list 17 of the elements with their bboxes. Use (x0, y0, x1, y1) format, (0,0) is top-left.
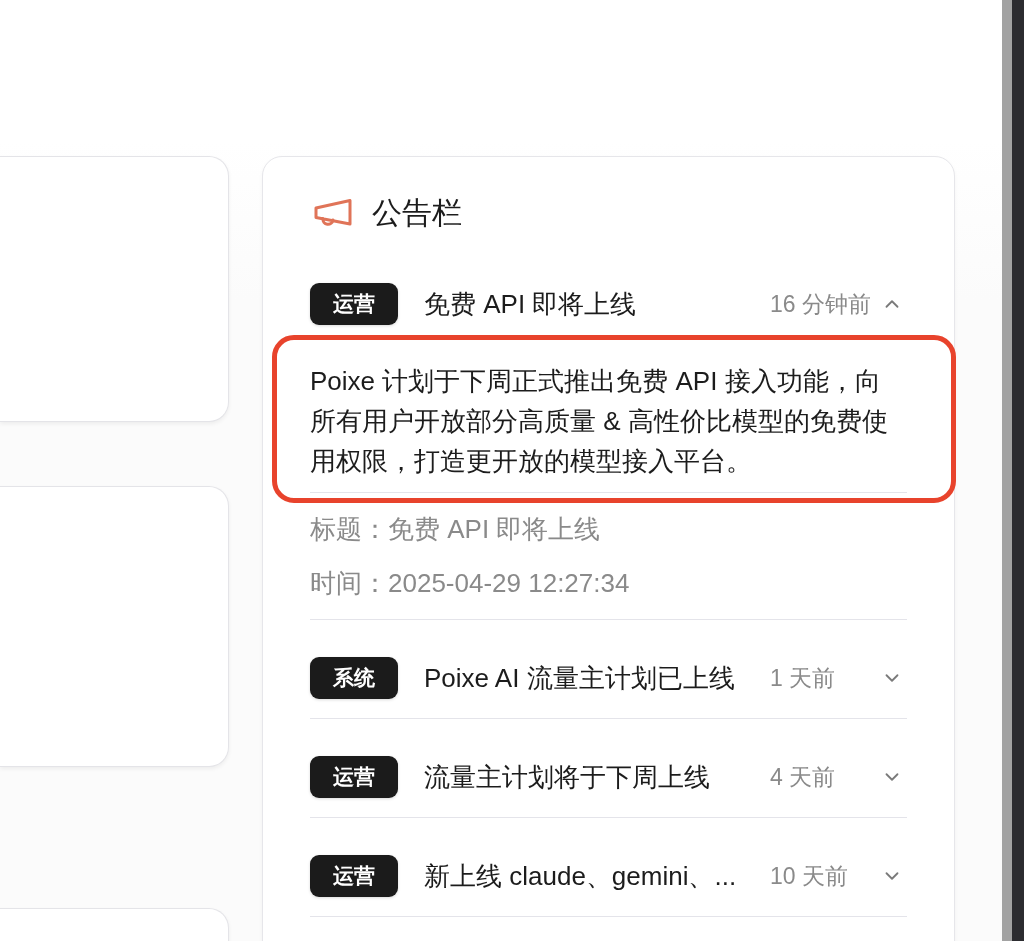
category-tag: 运营 (310, 283, 398, 325)
announcement-title[interactable]: Poixe AI 流量主计划已上线 (424, 660, 760, 696)
megaphone-icon (313, 198, 353, 228)
announcement-body: Poixe 计划于下周正式推出免费 API 接入功能，向所有用户开放部分高质量 & 高性价比模型的免费使用权限，打造更开放的模型接入平台。 (310, 365, 889, 478)
time-ago: 16 分钟前 (770, 289, 872, 319)
time-ago: 4 天前 (770, 762, 837, 792)
card-title: 公告栏 (372, 195, 462, 231)
detail-line: 时间：2025-04-29 12:27:34 (310, 567, 631, 600)
time-ago: 10 天前 (770, 861, 849, 891)
announcement-title[interactable]: 免费 API 即将上线 (424, 286, 760, 322)
category-tag: 运营 (310, 756, 398, 798)
announcement-title[interactable]: 流量主计划将于下周上线 (424, 759, 760, 795)
detail-line: 标题：免费 API 即将上线 (310, 513, 602, 546)
time-ago: 1 天前 (770, 663, 837, 693)
announcement-title[interactable]: 新上线 claude、gemini、... (424, 858, 760, 894)
category-tag: 运营 (310, 855, 398, 897)
category-tag: 系统 (310, 657, 398, 699)
